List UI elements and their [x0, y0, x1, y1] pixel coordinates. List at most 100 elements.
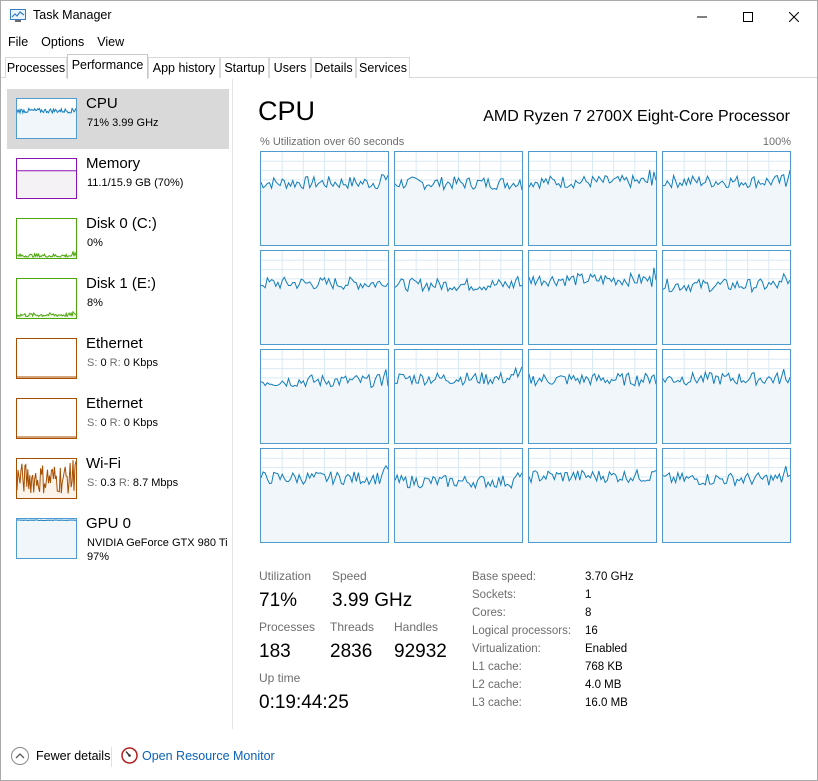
receive-label: R:	[109, 417, 121, 429]
sidebar-item-title: Wi-Fi	[86, 455, 121, 472]
sidebar-item-cpu[interactable]: CPU 71% 3.99 GHz	[7, 89, 229, 149]
cpu-usage-trace	[261, 251, 388, 344]
logical-processor-graph	[260, 151, 389, 246]
maximize-icon	[743, 11, 753, 22]
spec-value: 4.0 MB	[585, 679, 622, 691]
close-icon	[789, 11, 799, 22]
spec-value: Enabled	[585, 643, 628, 655]
title-bar[interactable]: Task Manager	[1, 1, 817, 32]
send-label: S:	[87, 477, 98, 489]
speed-label: Speed	[332, 569, 367, 583]
tab-performance[interactable]: Performance	[67, 54, 148, 79]
maximize-button[interactable]	[725, 1, 771, 32]
send-value: 0.3	[100, 477, 116, 489]
cpu-usage-trace	[663, 251, 790, 344]
logical-processor-graph	[662, 448, 791, 543]
sidebar-item-subtitle: S: 0 R: 0 Kbps	[87, 416, 158, 430]
ethernet-thumbnail-graph	[16, 398, 77, 439]
menu-options[interactable]: Options	[34, 32, 90, 54]
close-button[interactable]	[771, 1, 817, 32]
logical-processor-graph	[394, 349, 523, 444]
graph-caption: % Utilization over 60 seconds	[260, 136, 405, 148]
sidebar-item-subtitle: S: 0 R: 0 Kbps	[87, 356, 158, 370]
sidebar-item-disk1[interactable]: Disk 1 (E:) 8%	[7, 269, 229, 329]
cpu-usage-trace	[395, 251, 522, 344]
sidebar-item-title: CPU	[86, 95, 118, 112]
send-label: S:	[87, 417, 98, 429]
open-resource-monitor-link[interactable]: Open Resource Monitor	[142, 749, 275, 763]
chevron-up-icon[interactable]	[11, 747, 29, 765]
cpu-usage-trace	[529, 152, 656, 245]
spec-label: Base speed:	[472, 571, 536, 583]
logical-processor-graph	[394, 448, 523, 543]
memory-thumbnail-graph	[16, 158, 77, 199]
uptime-value: 0:19:44:25	[259, 692, 349, 713]
sidebar-item-wifi[interactable]: Wi-Fi S: 0.3 R: 8.7 Mbps	[7, 449, 229, 509]
uptime-stat: Up time 0:19:44:25	[259, 671, 349, 715]
footer-bar: Fewer details Open Resource Monitor	[1, 741, 817, 781]
fewer-details-button[interactable]: Fewer details	[36, 749, 110, 763]
footer-divider	[111, 747, 112, 767]
spec-value: 8	[585, 607, 592, 619]
menu-view[interactable]: View	[90, 32, 130, 54]
sidebar-item-disk0[interactable]: Disk 0 (C:) 0%	[7, 209, 229, 269]
threads-value: 2836	[330, 641, 373, 662]
page-title: CPU	[258, 96, 316, 126]
disk0-thumbnail-graph	[16, 218, 77, 259]
spec-label: L3 cache:	[472, 697, 522, 709]
disk1-thumbnail-graph	[16, 278, 77, 319]
utilization-label: Utilization	[259, 569, 312, 583]
receive-value: 0 Kbps	[123, 357, 158, 369]
tab-services[interactable]: Services	[356, 57, 410, 78]
processor-model: AMD Ryzen 7 2700X Eight-Core Processor	[483, 108, 790, 125]
menu-file[interactable]: File	[1, 32, 34, 54]
tab-app-history[interactable]: App history	[148, 57, 220, 78]
sidebar-item-subtitle: 11.1/15.9 GB (70%)	[87, 177, 184, 189]
sidebar-item-ethernet-1[interactable]: Ethernet S: 0 R: 0 Kbps	[7, 329, 229, 389]
sidebar-item-subtitle: S: 0.3 R: 8.7 Mbps	[87, 476, 178, 490]
sidebar-item-subtitle: 8%	[87, 297, 103, 309]
spec-label: Virtualization:	[472, 643, 541, 655]
ethernet-thumbnail-graph	[16, 338, 77, 379]
utilization-value: 71%	[259, 590, 298, 611]
spec-label: Sockets:	[472, 589, 517, 601]
sidebar-item-title: Disk 0 (C:)	[86, 215, 157, 232]
resource-sidebar: CPU 71% 3.99 GHz Memory 11.1/15.9 GB (70…	[1, 79, 233, 729]
receive-value: 8.7 Mbps	[132, 477, 179, 489]
tab-users[interactable]: Users	[269, 57, 311, 78]
cpu-usage-trace	[529, 449, 656, 542]
logical-processor-graphs[interactable]	[260, 151, 791, 547]
resource-monitor-icon	[121, 747, 138, 764]
handles-label: Handles	[394, 620, 439, 634]
sidebar-item-title: Ethernet	[86, 335, 143, 352]
send-value: 0	[100, 357, 107, 369]
logical-processor-graph	[260, 250, 389, 345]
cpu-usage-trace	[529, 251, 656, 344]
sidebar-item-subtitle: NVIDIA GeForce GTX 980 Ti	[87, 537, 228, 549]
send-value: 0	[100, 417, 107, 429]
receive-label: R:	[109, 357, 121, 369]
cpu-usage-trace	[261, 350, 388, 443]
sidebar-item-memory[interactable]: Memory 11.1/15.9 GB (70%)	[7, 149, 229, 209]
gpu-thumbnail-graph	[16, 518, 77, 559]
uptime-label: Up time	[259, 671, 301, 685]
sidebar-item-subtitle: 0%	[87, 237, 103, 249]
sidebar-item-ethernet-2[interactable]: Ethernet S: 0 R: 0 Kbps	[7, 389, 229, 449]
cpu-usage-trace	[395, 152, 522, 245]
cpu-usage-trace	[663, 152, 790, 245]
tab-processes[interactable]: Processes	[5, 57, 67, 78]
handles-stat: Handles 92932	[394, 620, 447, 664]
sidebar-item-gpu0[interactable]: GPU 0 NVIDIA GeForce GTX 980 Ti 97%	[7, 509, 229, 569]
cpu-usage-trace	[663, 350, 790, 443]
sidebar-item-percent: 97%	[87, 551, 110, 563]
tab-details[interactable]: Details	[311, 57, 356, 78]
minimize-button[interactable]	[679, 1, 725, 32]
logical-processor-graph	[528, 151, 657, 246]
processes-stat: Processes 183	[259, 620, 315, 664]
cpu-thumbnail-graph	[16, 98, 77, 139]
send-label: S:	[87, 357, 98, 369]
wifi-thumbnail-graph	[16, 458, 77, 499]
tab-bar: Processes Performance App history Startu…	[1, 54, 817, 79]
tab-startup[interactable]: Startup	[220, 57, 269, 78]
logical-processor-graph	[260, 349, 389, 444]
